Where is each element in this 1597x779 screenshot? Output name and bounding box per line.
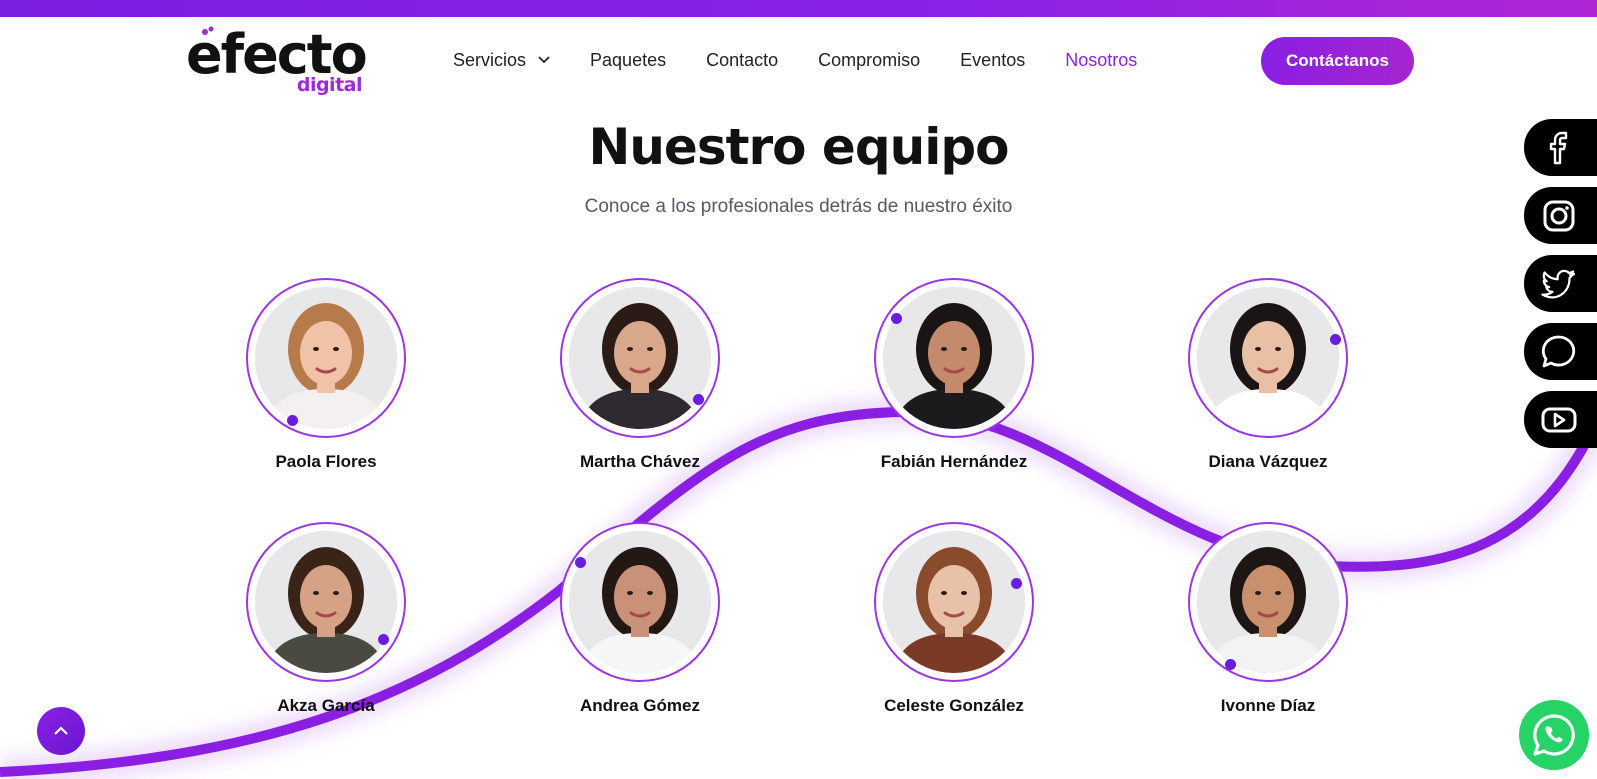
chevron-up-icon xyxy=(54,726,68,735)
instagram-icon xyxy=(1543,200,1575,231)
ring-accent-dot xyxy=(1225,659,1236,670)
avatar xyxy=(569,531,711,673)
logo-subtitle: digital xyxy=(296,74,363,96)
team-member-card: Fabián Hernández xyxy=(834,278,1074,472)
avatar-ring xyxy=(1188,522,1348,682)
ring-accent-dot xyxy=(891,313,902,324)
team-member-name: Ivonne Díaz xyxy=(1220,696,1316,715)
nav-label: Servicios xyxy=(453,49,527,70)
team-member-card: Martha Chávez xyxy=(520,278,760,472)
team-member-name: Akza García xyxy=(277,696,375,715)
team-member-name: Fabián Hernández xyxy=(880,452,1028,471)
team-member-name: Andrea Gómez xyxy=(580,696,700,715)
portrait-image xyxy=(883,287,1025,429)
team-member-name: Paola Flores xyxy=(275,452,377,471)
portrait-image xyxy=(1197,287,1339,429)
social-chat[interactable] xyxy=(1524,323,1597,380)
nav-paquetes[interactable]: Paquetes xyxy=(590,50,666,71)
scroll-to-top-button[interactable] xyxy=(37,707,85,755)
avatar-ring xyxy=(1188,278,1348,438)
avatar xyxy=(255,287,397,429)
nav-servicios[interactable]: Servicios xyxy=(453,50,550,71)
avatar-ring xyxy=(874,278,1034,438)
social-instagram[interactable] xyxy=(1524,187,1597,244)
team-member-card: Ivonne Díaz xyxy=(1148,522,1388,716)
nav-compromiso[interactable]: Compromiso xyxy=(818,50,920,71)
nav-contacto[interactable]: Contacto xyxy=(706,50,778,71)
ring-accent-dot xyxy=(1011,578,1022,589)
social-youtube[interactable] xyxy=(1524,391,1597,448)
whatsapp-icon xyxy=(1533,714,1575,756)
chat-icon xyxy=(1541,335,1576,367)
ring-accent-dot xyxy=(287,415,298,426)
social-facebook[interactable] xyxy=(1524,119,1597,176)
portrait-image xyxy=(1197,531,1339,673)
portrait-image xyxy=(883,531,1025,673)
section-subtitle: Conoce a los profesionales detrás de nue… xyxy=(584,196,1013,217)
avatar xyxy=(1197,531,1339,673)
logo[interactable]: efecto digital xyxy=(186,26,368,98)
avatar xyxy=(255,531,397,673)
youtube-icon xyxy=(1541,407,1577,432)
team-member-name: Diana Vázquez xyxy=(1208,452,1328,471)
portrait-image xyxy=(255,287,397,429)
team-member-card: Akza García xyxy=(206,522,446,716)
social-twitter[interactable] xyxy=(1524,255,1597,312)
avatar xyxy=(1197,287,1339,429)
top-accent-bar xyxy=(0,0,1597,17)
team-member-card: Celeste González xyxy=(834,522,1074,716)
ring-accent-dot xyxy=(693,394,704,405)
chevron-down-icon xyxy=(538,56,550,64)
team-member-name: Celeste González xyxy=(884,696,1024,715)
avatar xyxy=(883,287,1025,429)
avatar-ring xyxy=(560,522,720,682)
contact-button[interactable]: Contáctanos xyxy=(1261,37,1414,85)
twitter-icon xyxy=(1541,269,1576,298)
avatar-ring xyxy=(246,522,406,682)
nav-nosotros[interactable]: Nosotros xyxy=(1065,50,1137,71)
section-title: Nuestro equipo xyxy=(588,118,1009,176)
team-member-card: Diana Vázquez xyxy=(1148,278,1388,472)
main-nav: Servicios Paquetes Contacto Compromiso E… xyxy=(453,46,1177,74)
ring-accent-dot xyxy=(1330,334,1341,345)
team-member-name: Martha Chávez xyxy=(580,452,700,471)
avatar xyxy=(883,531,1025,673)
portrait-image xyxy=(569,531,711,673)
team-member-card: Andrea Gómez xyxy=(520,522,760,716)
avatar-ring xyxy=(246,278,406,438)
facebook-icon xyxy=(1549,131,1568,164)
avatar-ring xyxy=(560,278,720,438)
avatar xyxy=(569,287,711,429)
ring-accent-dot xyxy=(575,557,586,568)
portrait-image xyxy=(569,287,711,429)
ring-accent-dot xyxy=(378,634,389,645)
nav-eventos[interactable]: Eventos xyxy=(960,50,1025,71)
avatar-ring xyxy=(874,522,1034,682)
team-member-card: Paola Flores xyxy=(206,278,446,472)
portrait-image xyxy=(255,531,397,673)
whatsapp-button[interactable] xyxy=(1519,700,1589,770)
